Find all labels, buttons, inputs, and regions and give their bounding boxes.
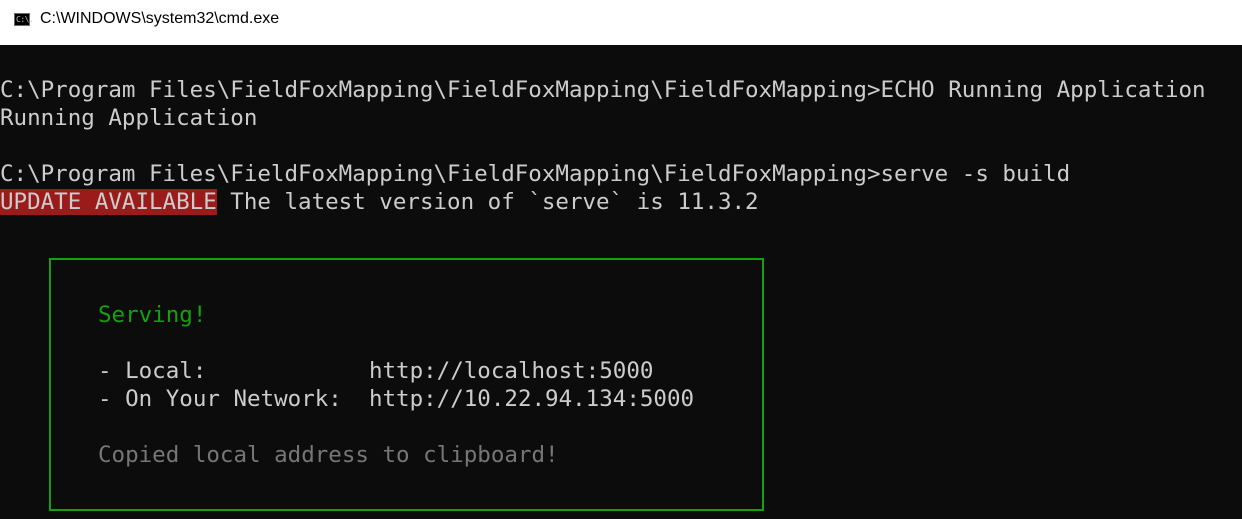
cmd-window: C:\. C:\WINDOWS\system32\cmd.exe C:\Prog… (0, 0, 1242, 519)
network-address-row: - On Your Network: http://10.22.94.134:5… (98, 385, 694, 413)
clipboard-message: Copied local address to clipboard! (98, 442, 559, 468)
local-address-row: - Local: http://localhost:5000 (98, 357, 653, 385)
local-address-url[interactable]: http://localhost:5000 (369, 358, 653, 384)
cmd-icon[interactable]: C:\. (14, 13, 34, 26)
console-output[interactable]: C:\Program Files\FieldFoxMapping\FieldFo… (0, 45, 1242, 519)
update-available-badge: UPDATE AVAILABLE (0, 189, 217, 215)
local-address-label: - Local: (98, 358, 369, 384)
serving-heading: Serving! (98, 302, 207, 328)
network-address-label: - On Your Network: (98, 386, 369, 412)
update-message: The latest version of `serve` is 11.3.2 (216, 189, 759, 215)
update-notice-line: UPDATE AVAILABLE The latest version of `… (0, 188, 759, 216)
console-line-echo-output: Running Application (0, 105, 258, 131)
console-line-serve-command: C:\Program Files\FieldFoxMapping\FieldFo… (0, 161, 1071, 187)
cmd-icon-glyph: C:\. (16, 15, 34, 24)
console-line-echo-command: C:\Program Files\FieldFoxMapping\FieldFo… (0, 77, 1206, 103)
window-title: C:\WINDOWS\system32\cmd.exe (40, 10, 280, 27)
title-bar[interactable]: C:\. C:\WINDOWS\system32\cmd.exe (0, 0, 1242, 45)
network-address-url[interactable]: http://10.22.94.134:5000 (369, 386, 694, 412)
